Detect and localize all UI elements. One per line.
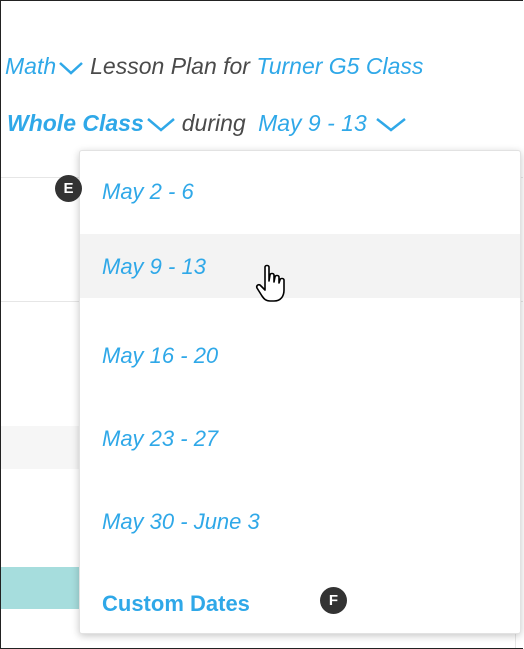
group-date-header: Whole Class during May 9 - 13 (7, 110, 413, 137)
dropdown-option[interactable]: May 30 - June 3 (80, 489, 520, 553)
date-range-dropdown: May 2 - 6 May 9 - 13 May 16 - 20 May 23 … (79, 150, 521, 634)
chevron-down-icon (59, 61, 83, 75)
annotation-badge-f: F (320, 587, 347, 614)
group-selector[interactable]: Whole Class (7, 110, 182, 136)
dropdown-option-hovered[interactable]: May 9 - 13 (80, 234, 520, 298)
custom-dates-option[interactable]: Custom Dates (80, 569, 520, 633)
dropdown-option[interactable]: May 16 - 20 (80, 323, 520, 387)
annotation-badge-e: E (55, 175, 82, 202)
group-label: Whole Class (7, 110, 144, 136)
date-range-label: May 9 - 13 (258, 110, 367, 136)
date-range-selector[interactable]: May 9 - 13 (258, 110, 413, 136)
dropdown-option[interactable]: May 2 - 6 (80, 159, 520, 223)
subject-label: Math (5, 53, 57, 79)
dropdown-option[interactable]: May 23 - 27 (80, 406, 520, 470)
chevron-down-icon (146, 118, 175, 133)
chevron-down-icon (375, 118, 406, 133)
during-text: during (181, 110, 246, 136)
class-link[interactable]: Turner G5 Class (256, 53, 423, 79)
background-row (1, 426, 91, 469)
lesson-plan-header: Math Lesson Plan for Turner G5 Class (5, 53, 423, 80)
hand-pointer-icon (255, 264, 285, 302)
background-teal-bar (1, 567, 91, 609)
subject-selector[interactable]: Math (5, 53, 90, 79)
lesson-plan-for-text: Lesson Plan for (90, 53, 250, 79)
